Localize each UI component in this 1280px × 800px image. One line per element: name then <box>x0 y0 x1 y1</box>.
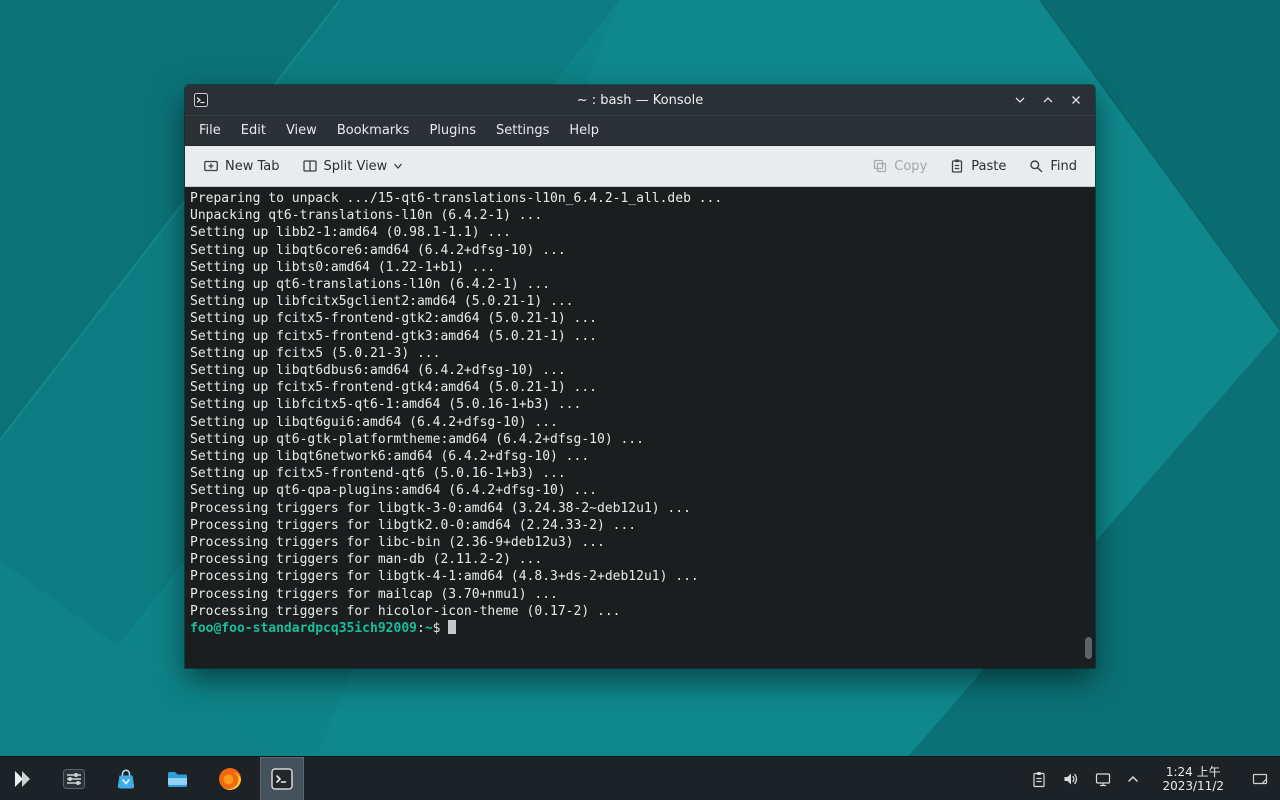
new-tab-icon <box>203 158 219 174</box>
taskbar: 1:24 上午 2023/11/2 <box>0 756 1280 800</box>
menubar: FileEditViewBookmarksPluginsSettingsHelp <box>185 115 1095 146</box>
terminal-line: Preparing to unpack .../15-qt6-translati… <box>190 190 1095 207</box>
terminal-line: Processing triggers for hicolor-icon-the… <box>190 603 1095 620</box>
konsole-app-icon <box>193 92 209 108</box>
terminal-line: Setting up fcitx5-frontend-gtk2:amd64 (5… <box>190 310 1095 327</box>
taskbar-app-firefox[interactable] <box>208 757 252 800</box>
find-label: Find <box>1050 159 1077 174</box>
show-desktop-button[interactable] <box>1246 757 1274 800</box>
sliders-icon <box>61 766 87 792</box>
menu-item[interactable]: Edit <box>231 118 276 143</box>
konsole-icon <box>269 766 295 792</box>
prompt-colon: : <box>417 621 425 636</box>
window-title: ~ : bash — Konsole <box>185 93 1095 108</box>
terminal-line: Processing triggers for libgtk-3-0:amd64… <box>190 500 1095 517</box>
show-desktop-icon <box>1251 770 1269 788</box>
terminal-line: Setting up libqt6dbus6:amd64 (6.4.2+dfsg… <box>190 362 1095 379</box>
terminal-line: Setting up fcitx5 (5.0.21-3) ... <box>190 345 1095 362</box>
terminal-line: Setting up libfcitx5gclient2:amd64 (5.0.… <box>190 293 1095 310</box>
taskbar-left <box>0 757 304 800</box>
prompt-user-host: foo@foo-standardpcq35ich92009 <box>190 621 417 636</box>
taskbar-app-sliders[interactable] <box>52 757 96 800</box>
find-button[interactable]: Find <box>1020 152 1085 180</box>
taskbar-app-konsole[interactable] <box>260 757 304 800</box>
terminal-cursor <box>448 620 456 634</box>
window-controls <box>1013 93 1095 107</box>
menu-item[interactable]: View <box>276 118 327 143</box>
scrollbar-thumb[interactable] <box>1085 637 1092 659</box>
terminal-line: Setting up qt6-gtk-platformtheme:amd64 (… <box>190 431 1095 448</box>
taskbar-app-file-manager[interactable] <box>156 757 200 800</box>
konsole-window: ~ : bash — Konsole FileEditViewBookmarks… <box>185 85 1095 668</box>
menu-item[interactable]: File <box>189 118 231 143</box>
clipboard-icon[interactable] <box>1030 770 1048 788</box>
clock-date: 2023/11/2 <box>1162 779 1224 793</box>
terminal-line: Processing triggers for man-db (2.11.2-2… <box>190 551 1095 568</box>
terminal-line: Setting up libfcitx5-qt6-1:amd64 (5.0.16… <box>190 396 1095 413</box>
clock[interactable]: 1:24 上午 2023/11/2 <box>1154 765 1232 793</box>
terminal-line: Setting up libqt6gui6:amd64 (6.4.2+dfsg-… <box>190 414 1095 431</box>
terminal-output[interactable]: Preparing to unpack .../15-qt6-translati… <box>185 187 1095 668</box>
menu-item[interactable]: Plugins <box>419 118 486 143</box>
terminal-line: Setting up libqt6core6:amd64 (6.4.2+dfsg… <box>190 242 1095 259</box>
terminal-line: Setting up libb2-1:amd64 (0.98.1-1.1) ..… <box>190 224 1095 241</box>
terminal-line: Setting up qt6-qpa-plugins:amd64 (6.4.2+… <box>190 482 1095 499</box>
terminal-line: Processing triggers for libgtk2.0-0:amd6… <box>190 517 1095 534</box>
chevron-down-icon <box>393 161 403 171</box>
menu-item[interactable]: Bookmarks <box>327 118 420 143</box>
prompt-path: ~ <box>425 621 433 636</box>
taskbar-app-discover[interactable] <box>104 757 148 800</box>
toolbar: New Tab Split View Copy Paste <box>185 146 1095 187</box>
split-view-label: Split View <box>324 159 388 174</box>
display-network-icon[interactable] <box>1094 770 1112 788</box>
prompt-dollar: $ <box>433 621 441 636</box>
menu-item[interactable]: Settings <box>486 118 559 143</box>
paste-button[interactable]: Paste <box>941 152 1014 180</box>
terminal-line: Processing triggers for libc-bin (2.36-9… <box>190 534 1095 551</box>
system-tray: 1:24 上午 2023/11/2 <box>1030 757 1280 800</box>
maximize-button[interactable] <box>1041 93 1055 107</box>
folder-icon <box>165 766 191 792</box>
menu-item[interactable]: Help <box>559 118 609 143</box>
copy-label: Copy <box>894 159 927 174</box>
volume-icon[interactable] <box>1062 770 1080 788</box>
split-view-button[interactable]: Split View <box>294 152 412 180</box>
terminal-line: Setting up libqt6network6:amd64 (6.4.2+d… <box>190 448 1095 465</box>
copy-icon <box>872 158 888 174</box>
terminal-line: Setting up fcitx5-frontend-gtk4:amd64 (5… <box>190 379 1095 396</box>
clock-time: 1:24 上午 <box>1162 765 1224 779</box>
paste-icon <box>949 158 965 174</box>
discover-icon <box>113 766 139 792</box>
minimize-button[interactable] <box>1013 93 1027 107</box>
app-launcher-button[interactable] <box>0 757 44 800</box>
desktop: ~ : bash — Konsole FileEditViewBookmarks… <box>0 0 1280 800</box>
close-button[interactable] <box>1069 93 1083 107</box>
split-view-icon <box>302 158 318 174</box>
terminal-line: Processing triggers for libgtk-4-1:amd64… <box>190 568 1095 585</box>
terminal-line: Setting up qt6-translations-l10n (6.4.2-… <box>190 276 1095 293</box>
terminal-line: Processing triggers for mailcap (3.70+nm… <box>190 586 1095 603</box>
app-launcher-icon <box>9 766 35 792</box>
expand-tray-caret-up-icon[interactable] <box>1126 772 1140 786</box>
firefox-icon <box>216 765 244 793</box>
new-tab-label: New Tab <box>225 159 280 174</box>
new-tab-button[interactable]: New Tab <box>195 152 288 180</box>
terminal-lines: Preparing to unpack .../15-qt6-translati… <box>190 190 1095 620</box>
terminal-line: Unpacking qt6-translations-l10n (6.4.2-1… <box>190 207 1095 224</box>
copy-button[interactable]: Copy <box>864 152 935 180</box>
terminal-line: Setting up fcitx5-frontend-qt6 (5.0.16-1… <box>190 465 1095 482</box>
titlebar[interactable]: ~ : bash — Konsole <box>185 85 1095 115</box>
find-icon <box>1028 158 1044 174</box>
terminal-line: Setting up libts0:amd64 (1.22-1+b1) ... <box>190 259 1095 276</box>
terminal-line: Setting up fcitx5-frontend-gtk3:amd64 (5… <box>190 328 1095 345</box>
terminal-prompt: foo@foo-standardpcq35ich92009:~$ <box>190 620 1095 637</box>
paste-label: Paste <box>971 159 1006 174</box>
